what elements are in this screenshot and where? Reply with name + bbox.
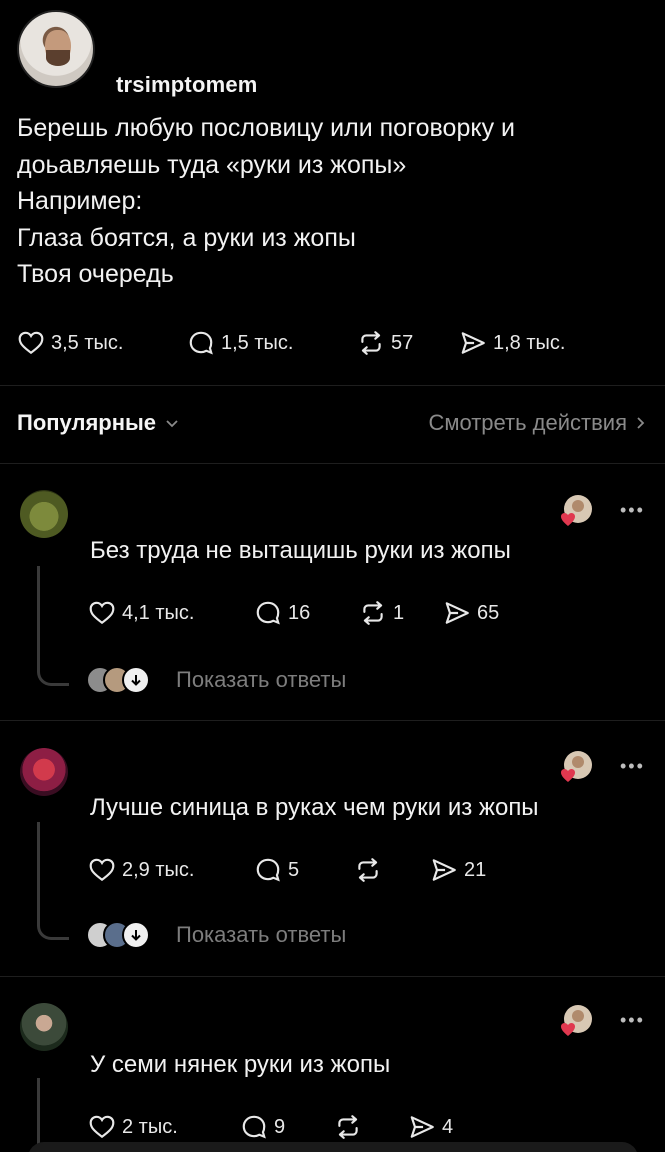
comment-count: 9 [274,1115,286,1138]
share-count: 4 [442,1115,454,1138]
show-replies-label: Показать ответы [176,922,347,947]
divider [0,720,665,721]
like-button[interactable]: 2 тыс. [88,1113,240,1141]
repost-icon [359,599,387,627]
divider [0,385,665,386]
share-count: 21 [464,858,487,881]
reply-text: Лучше синица в руках чем руки из жопы [90,794,539,821]
show-replies-button[interactable]: Показать ответы [86,921,346,949]
share-button[interactable]: 1,8 тыс. [459,329,565,357]
repost-button[interactable] [354,856,430,884]
comment-button[interactable]: 16 [254,599,359,627]
like-button[interactable]: 2,9 тыс. [88,856,254,884]
reply-avatars [86,666,158,694]
comment-count: 1,5 тыс. [221,331,294,354]
post-text: Берешь любую пословицу или поговорку и д… [17,110,647,293]
heart-icon [88,856,116,884]
post-text-line: Глаза боятся, а руки из жопы [17,223,356,252]
comment-button[interactable]: 9 [240,1113,334,1141]
divider [0,976,665,977]
comment-button[interactable]: 5 [254,856,354,884]
repost-button[interactable] [334,1113,408,1141]
repost-icon [357,329,385,357]
sort-label: Популярные [17,410,157,435]
author-liked-badge [561,495,592,526]
like-button[interactable]: 4,1 тыс. [88,599,254,627]
arrow-down-icon [122,921,150,949]
share-button[interactable]: 4 [408,1113,453,1141]
share-icon [408,1113,436,1141]
reply-text: У семи нянек руки из жопы [90,1051,391,1078]
thread-line [37,822,69,940]
thread-line [37,566,69,686]
thread-line [37,1078,69,1152]
post-text-line: Например: [17,187,143,215]
heart-icon [88,1113,116,1141]
chevron-right-icon [637,417,645,429]
divider [0,463,665,464]
reply-avatar[interactable] [20,1003,68,1051]
share-count: 65 [477,601,500,624]
share-icon [443,599,471,627]
more-icon[interactable]: ••• [620,500,645,521]
reply-actions: 2,9 тыс. 5 21 [88,856,486,884]
heart-icon [17,329,45,357]
author-liked-badge [561,751,592,782]
view-activity-link[interactable]: Смотреть действия [428,410,647,436]
author-liked-badge [561,1005,592,1036]
arrow-down-icon [122,666,150,694]
share-count: 1,8 тыс. [493,331,566,354]
like-count: 3,5 тыс. [51,331,124,354]
more-icon[interactable]: ••• [620,1010,645,1031]
reply-avatar[interactable] [20,490,68,538]
share-button[interactable]: 65 [443,599,499,627]
show-replies-label: Показать ответы [176,667,347,692]
comment-count: 16 [288,601,311,624]
more-icon[interactable]: ••• [620,756,645,777]
share-button[interactable]: 21 [430,856,486,884]
reply-actions: 4,1 тыс. 16 1 65 [88,599,499,627]
heart-icon [88,599,116,627]
reply-avatar[interactable] [20,748,68,796]
repost-button[interactable]: 57 [357,329,459,357]
post-text-line: Берешь любую пословицу или поговорку и [17,114,515,142]
chevron-down-icon [166,420,178,428]
repost-count: 1 [393,601,405,624]
author-avatar[interactable] [17,10,95,88]
comment-count: 5 [288,858,300,881]
like-count: 4,1 тыс. [122,601,195,624]
like-count: 2 тыс. [122,1115,178,1138]
comment-icon [187,329,215,357]
repost-icon [334,1113,362,1141]
view-activity-label: Смотреть действия [428,410,627,435]
reply-actions: 2 тыс. 9 4 [88,1113,453,1141]
repost-icon [354,856,382,884]
repost-count: 57 [391,331,414,354]
share-icon [430,856,458,884]
comment-icon [254,599,282,627]
author-username[interactable]: trsimptomem [116,72,258,98]
sort-dropdown[interactable]: Популярные [17,410,180,436]
sort-bar: Популярные Смотреть действия [17,410,647,440]
post-text-line: доьавляешь туда «руки из жопы» [17,150,407,179]
show-replies-button[interactable]: Показать ответы [86,666,346,694]
comment-button[interactable]: 1,5 тыс. [187,329,357,357]
like-count: 2,9 тыс. [122,858,195,881]
post-actions: 3,5 тыс. 1,5 тыс. 57 1,8 тыс. [17,329,565,357]
reply-text: Без труда не вытащишь руки из жопы [90,537,511,564]
comment-icon [254,856,282,884]
like-button[interactable]: 3,5 тыс. [17,329,187,357]
reply-avatars [86,921,158,949]
repost-button[interactable]: 1 [359,599,443,627]
post-text-line: Твоя очередь [17,260,174,288]
bottom-sheet-handle[interactable] [28,1142,638,1152]
comment-icon [240,1113,268,1141]
share-icon [459,329,487,357]
